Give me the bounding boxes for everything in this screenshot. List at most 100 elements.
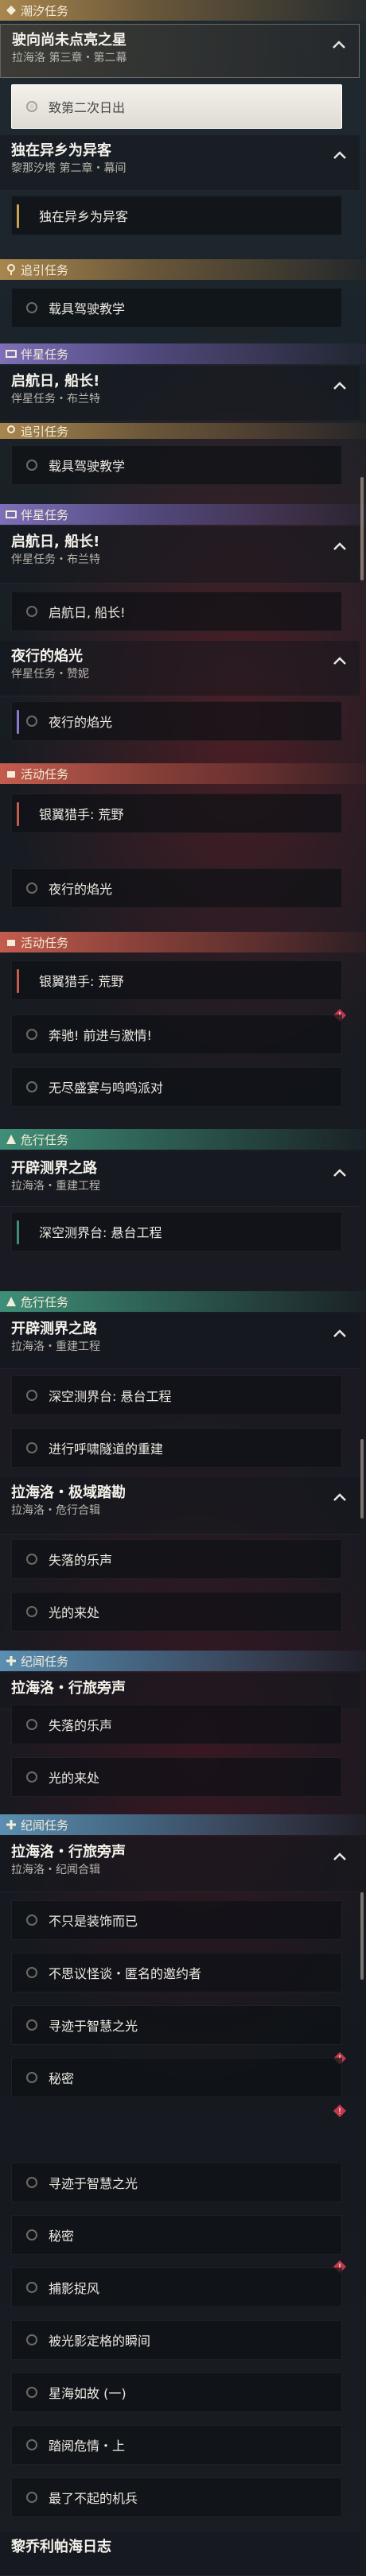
step-label: 失落的乐声 [49, 1718, 113, 1733]
scrollbar-thumb[interactable] [360, 1439, 364, 1519]
quest-step[interactable]: 深空测界台: 悬台工程 [11, 1375, 342, 1415]
quest-step[interactable]: 夜行的焰光 [11, 701, 342, 741]
step-label: 捕影捉风 [49, 2281, 100, 2296]
section-header-event: 活动任务 [0, 763, 366, 784]
quest-step[interactable]: 进行呼啸隧道的重建 [11, 1428, 342, 1468]
quest-step[interactable]: 启航日, 船长! [11, 592, 342, 631]
quest-step[interactable]: 光的来处 [11, 1757, 342, 1797]
quest-step[interactable]: 不思议怪谈・匿名的邀约者 [11, 1953, 342, 1992]
section-header-guide-2: 追引任务 [0, 423, 366, 439]
quest-subtitle: 拉海洛・危行合辑 [11, 1504, 100, 1517]
quest-step[interactable]: 无尽盛宴与鸣鸣派对 [11, 1067, 342, 1107]
chevron-up-icon[interactable] [333, 380, 347, 391]
section-header-companion-2: 伴星任务 [0, 504, 366, 525]
step-status-icon [26, 1967, 37, 1978]
quest-title: 拉海洛・极域踏勘 [11, 1484, 126, 1501]
quest-subtitle: 拉海洛・重建工程 [11, 1340, 100, 1353]
step-label: 载具驾驶教学 [49, 301, 126, 316]
chevron-up-icon[interactable] [333, 1328, 347, 1339]
svg-text:!: ! [338, 2106, 341, 2116]
step-label: 启航日, 船长! [49, 605, 126, 620]
step-status-icon [26, 2334, 37, 2345]
quest-step[interactable]: 最了不起的机兵 [11, 2477, 342, 2517]
section-header-chronicle: 纪闻任务 [0, 1651, 366, 1671]
event-quest-icon [5, 767, 18, 780]
quest-group-4[interactable]: 启航日, 船长! 伴星任务・布兰特 [0, 526, 360, 584]
quest-step[interactable]: 独在异乡为异客 [11, 196, 342, 235]
chevron-up-icon[interactable] [333, 541, 347, 552]
chevron-up-icon[interactable] [333, 1167, 347, 1178]
quest-group-7[interactable]: 开辟测界之路 拉海洛・重建工程 [0, 1313, 360, 1369]
plus-icon [5, 1655, 18, 1667]
quest-group-8[interactable]: 拉海洛・极域踏勘 拉海洛・危行合辑 [0, 1477, 360, 1534]
quest-group-2[interactable]: 独在异乡为异客 黎那汐塔 第二章・幕间 [0, 135, 360, 191]
section-title: 潮汐任务 [21, 3, 69, 18]
quest-subtitle: 伴星任务・布兰特 [11, 393, 100, 405]
quest-step[interactable]: 寻迹于智慧之光 [11, 2163, 342, 2202]
step-label: 光的来处 [49, 1771, 100, 1786]
quest-title: 启航日, 船长! [11, 533, 100, 550]
step-status-icon [26, 2019, 37, 2031]
quest-step[interactable]: 踏阅危情・上 [11, 2425, 342, 2465]
chevron-up-icon[interactable] [333, 655, 347, 666]
scrollbar-thumb[interactable] [360, 1892, 364, 1980]
step-status-icon [26, 1081, 37, 1092]
quest-step[interactable]: 奔驰! 前进与激情! [11, 1014, 342, 1054]
quest-step[interactable]: 秘密 [11, 2215, 342, 2255]
quest-step[interactable]: 银翼猎手: 荒野 [11, 960, 342, 1000]
step-status-icon [26, 1719, 37, 1730]
quest-step[interactable]: 载具驾驶教学 [11, 288, 342, 328]
quest-group-3[interactable]: 启航日, 船长! 伴星任务・布兰特 [0, 366, 360, 421]
companion-quest-icon [5, 347, 18, 360]
quest-group-1[interactable]: 驶向尚未点亮之星 拉海洛 第三章・第二幕 [0, 24, 360, 78]
step-label: 秘密 [49, 2229, 75, 2244]
section-title: 活动任务 [21, 766, 69, 782]
quest-title: 启航日, 船长! [11, 373, 100, 390]
step-status-icon [26, 606, 37, 617]
step-status-icon [26, 2229, 37, 2240]
step-label: 不只是装饰而已 [49, 1914, 138, 1929]
quest-step[interactable]: 不只是装饰而已 [11, 1900, 342, 1940]
quest-step[interactable]: 夜行的焰光 [11, 868, 342, 908]
quest-step[interactable]: 深空测界台: 悬台工程 [11, 1212, 342, 1251]
chevron-up-icon[interactable] [333, 1492, 347, 1503]
quest-step-selected[interactable]: 致第二次日出 [11, 84, 342, 129]
quest-step[interactable]: 被光影定格的瞬间 [11, 2320, 342, 2360]
section-title: 伴星任务 [21, 507, 69, 522]
section-header-chronicle-2: 纪闻任务 [0, 1814, 366, 1835]
step-status-icon [26, 2387, 37, 2398]
quest-step[interactable]: 光的来处 [11, 1592, 342, 1631]
quest-group-6[interactable]: 开辟测界之路 拉海洛・重建工程 [0, 1153, 360, 1207]
quest-group-5[interactable]: 夜行的焰光 伴星任务・赞妮 [0, 641, 360, 696]
quest-step[interactable]: 失落的乐声 [11, 1705, 342, 1744]
step-status-icon [26, 716, 37, 727]
step-label: 独在异乡为异客 [39, 209, 129, 224]
step-status-icon [26, 1771, 37, 1783]
chevron-up-icon[interactable] [332, 39, 346, 50]
scrollbar-thumb[interactable] [360, 477, 364, 580]
quest-group-10[interactable]: 拉海洛・行旅旁声 拉海洛・纪闻合辑 [0, 1837, 360, 1892]
section-title: 活动任务 [21, 935, 69, 950]
quest-step[interactable]: 寻迹于智慧之光 [11, 2005, 342, 2045]
step-label: 银翼猎手: 荒野 [39, 807, 124, 822]
chevron-up-icon[interactable] [333, 1851, 347, 1862]
chevron-up-icon[interactable] [333, 149, 347, 161]
step-label: 无尽盛宴与鸣鸣派对 [49, 1080, 164, 1096]
quest-step[interactable]: 银翼猎手: 荒野 [11, 793, 342, 833]
quest-step[interactable]: 星海如故 (一) [11, 2372, 342, 2412]
step-status-icon [26, 302, 37, 313]
section-title: 追引任务 [21, 262, 69, 277]
quest-step[interactable]: 失落的乐声 [11, 1539, 342, 1579]
quest-step[interactable]: 捕影捉风 [11, 2268, 342, 2307]
quest-group-11[interactable]: 黎乔利帕海日志 [0, 2531, 360, 2576]
step-status-icon [26, 1606, 37, 1617]
quest-title: 拉海洛・行旅旁声 [11, 1680, 126, 1697]
quest-step[interactable]: 载具驾驶教学 [11, 445, 342, 485]
step-status-icon [26, 101, 37, 112]
step-label: 光的来处 [49, 1605, 100, 1620]
companion-quest-icon [5, 508, 18, 521]
quest-step[interactable]: 秘密 [11, 2058, 342, 2097]
step-status-icon [26, 1442, 37, 1453]
step-status-icon [26, 2072, 37, 2083]
step-label: 银翼猎手: 荒野 [39, 974, 124, 989]
